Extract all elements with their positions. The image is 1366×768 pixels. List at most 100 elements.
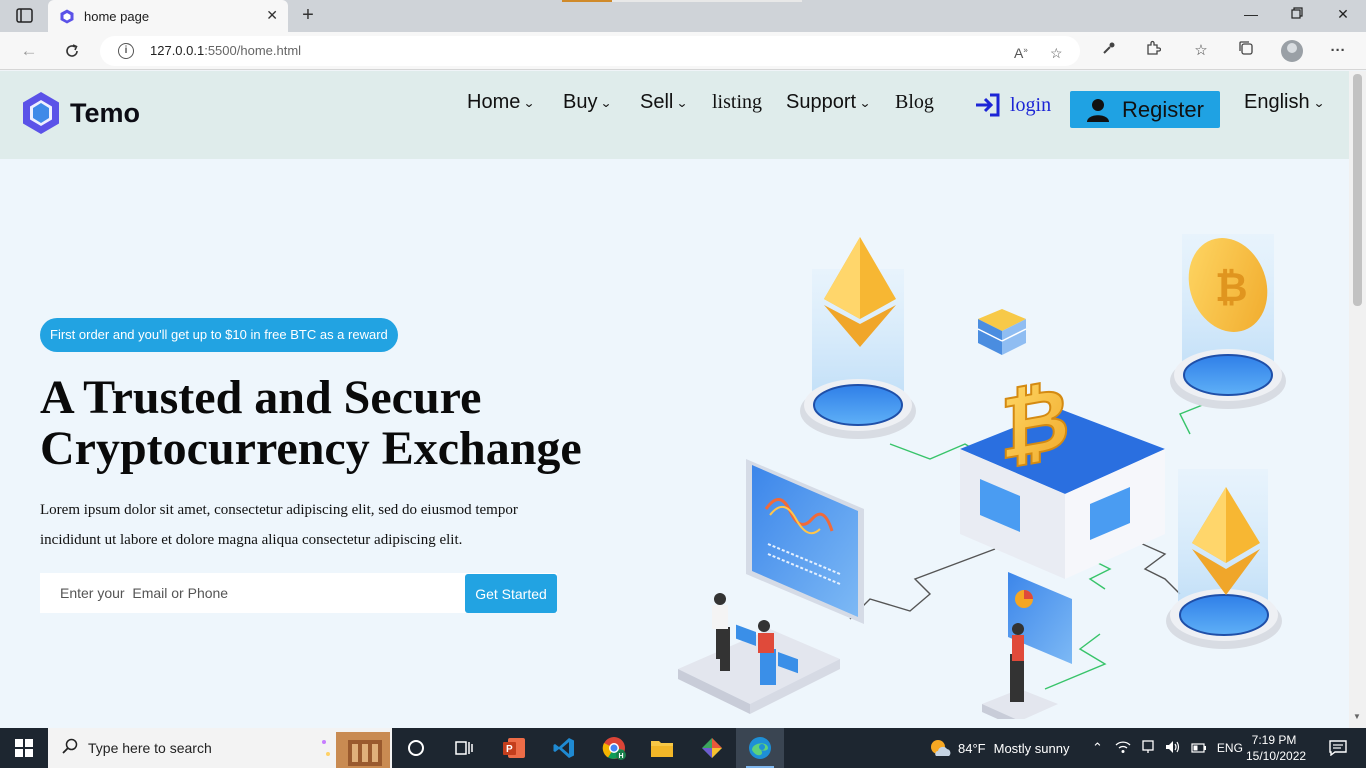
chevron-up-icon[interactable]: ⌃ <box>1092 740 1103 756</box>
hero-description: Lorem ipsum dolor sit amet, consectetur … <box>40 495 580 555</box>
exchange-server-block: ₿ <box>960 369 1165 579</box>
svg-text:₿: ₿ <box>1215 266 1248 310</box>
brand-logo[interactable]: Temo <box>22 91 140 135</box>
powerpoint-icon[interactable]: P <box>490 728 538 768</box>
tab-actions-icon[interactable] <box>8 6 40 26</box>
weather-temp: 84°F <box>958 740 986 756</box>
scrollbar-thumb[interactable] <box>1353 74 1362 306</box>
browser-address-bar: ← i 127.0.0.1:5500/home.html A» ☆ ☆ ··· <box>0 32 1366 70</box>
weather-widget[interactable]: 84°F Mostly sunny <box>928 728 1069 768</box>
profile-avatar[interactable] <box>1281 40 1303 62</box>
scroll-down-icon[interactable]: ▼ <box>1353 712 1361 721</box>
language-selector[interactable]: English ⌄ <box>1244 91 1325 114</box>
nav-home[interactable]: Home ⌄ <box>467 91 536 114</box>
analyst-scene <box>982 572 1072 719</box>
input-language[interactable]: ENG <box>1217 741 1243 755</box>
extensions-icon[interactable] <box>1142 40 1164 62</box>
hero-description-line1: Lorem ipsum dolor sit amet, consectetur … <box>40 502 518 518</box>
site-header: Temo Home ⌄ Buy ⌄ Sell ⌄ listing Support ⌄ B… <box>0 71 1349 159</box>
nav-blog-label: Blog <box>895 91 934 113</box>
nav-support-label: Support <box>786 91 857 113</box>
clock-time: 7:19 PM <box>1251 733 1297 747</box>
read-aloud-icon[interactable]: A» <box>1014 45 1028 61</box>
nav-blog[interactable]: Blog <box>895 91 934 114</box>
close-window-button[interactable]: ✕ <box>1320 6 1366 26</box>
chrome-icon[interactable]: H <box>590 728 638 768</box>
collections-icon[interactable] <box>1235 40 1257 62</box>
task-view-icon[interactable] <box>440 728 488 768</box>
email-phone-input[interactable] <box>40 573 465 613</box>
favorites-icon[interactable]: ☆ <box>1190 40 1212 62</box>
signup-form: Get Started <box>40 573 557 613</box>
login-label: login <box>1010 93 1052 116</box>
chevron-down-icon: ⌄ <box>523 95 536 110</box>
get-started-button[interactable]: Get Started <box>465 574 557 613</box>
nav-listing[interactable]: listing <box>712 91 762 114</box>
volume-icon[interactable] <box>1165 740 1181 757</box>
nav-listing-label: listing <box>712 91 763 113</box>
brand-name: Temo <box>70 97 141 128</box>
nav-support[interactable]: Support ⌄ <box>786 91 871 114</box>
weather-sun-cloud-icon <box>931 740 951 756</box>
system-tray: ⌃ ENG <box>1092 728 1243 768</box>
svg-text:H: H <box>619 753 624 760</box>
favorite-star-icon[interactable]: ☆ <box>1050 45 1063 62</box>
windows-logo-icon <box>15 739 33 757</box>
url-field[interactable]: i 127.0.0.1:5500/home.html A» ☆ <box>100 36 1080 66</box>
back-button[interactable]: ← <box>18 40 40 62</box>
sign-in-icon <box>976 93 1000 117</box>
nav-buy-label: Buy <box>563 91 598 113</box>
trader-desk-scene <box>678 593 840 714</box>
restore-button[interactable] <box>1274 6 1320 26</box>
url-text: 127.0.0.1:5500/home.html <box>150 43 302 58</box>
wifi-icon[interactable] <box>1115 740 1131 757</box>
stacked-blocks-icon <box>977 309 1027 355</box>
hero-headline-line1: A Trusted and Secure <box>40 371 482 424</box>
ethereum-portal-right <box>1166 469 1282 649</box>
start-button[interactable] <box>0 728 48 768</box>
notifications-icon[interactable] <box>1314 728 1362 768</box>
ethereum-portal-left <box>800 237 916 439</box>
tab-strip-highlight <box>562 0 612 2</box>
svg-text:P: P <box>506 744 513 755</box>
more-menu-icon[interactable]: ··· <box>1327 40 1349 62</box>
language-label: English <box>1244 91 1310 113</box>
register-button[interactable]: Register <box>1070 91 1220 128</box>
tab-close-icon[interactable]: ✕ <box>266 7 278 24</box>
nav-buy[interactable]: Buy ⌄ <box>563 91 613 114</box>
site-favicon-icon <box>60 9 74 29</box>
network-icon[interactable] <box>1141 739 1155 757</box>
chevron-down-icon: ⌄ <box>600 95 613 110</box>
reload-button[interactable] <box>61 40 83 62</box>
chart-monitor <box>746 459 864 624</box>
search-placeholder: Type here to search <box>88 740 212 756</box>
minimize-button[interactable]: — <box>1228 6 1274 26</box>
cortana-icon[interactable] <box>392 728 440 768</box>
browser-tab-active[interactable]: home page ✕ <box>48 0 288 32</box>
file-explorer-icon[interactable] <box>638 728 686 768</box>
hero-headline: A Trusted and Secure Cryptocurrency Exch… <box>40 372 680 474</box>
login-link[interactable]: login <box>974 93 1051 117</box>
edge-icon[interactable] <box>736 728 784 768</box>
promo-badge: First order and you'll get up to $10 in … <box>40 318 398 352</box>
nav-home-label: Home <box>467 91 521 113</box>
hexagon-logo-icon <box>23 92 59 134</box>
new-tab-button[interactable]: + <box>296 4 320 28</box>
search-icon <box>62 738 78 759</box>
search-highlight-image <box>322 732 390 768</box>
nav-sell[interactable]: Sell ⌄ <box>640 91 689 114</box>
site-info-icon[interactable]: i <box>118 43 134 59</box>
browser-tab-bar: home page ✕ + — ✕ <box>0 0 1366 32</box>
taskbar-clock[interactable]: 7:19 PM 15/10/2022 <box>1246 732 1307 764</box>
clock-date: 15/10/2022 <box>1246 749 1307 763</box>
taskbar-search-box[interactable]: Type here to search <box>48 728 392 768</box>
chevron-down-icon: ⌄ <box>676 95 689 110</box>
weather-description: Mostly sunny <box>993 740 1070 756</box>
eyedropper-icon[interactable] <box>1098 40 1120 62</box>
hero-headline-line2: Cryptocurrency Exchange <box>40 422 582 475</box>
battery-icon[interactable] <box>1191 741 1207 756</box>
page-scrollbar[interactable]: ▲ ▼ <box>1349 71 1366 728</box>
git-kraken-icon[interactable] <box>688 728 736 768</box>
vscode-icon[interactable] <box>540 728 588 768</box>
bitcoin-portal-right: ₿ <box>1170 234 1286 409</box>
